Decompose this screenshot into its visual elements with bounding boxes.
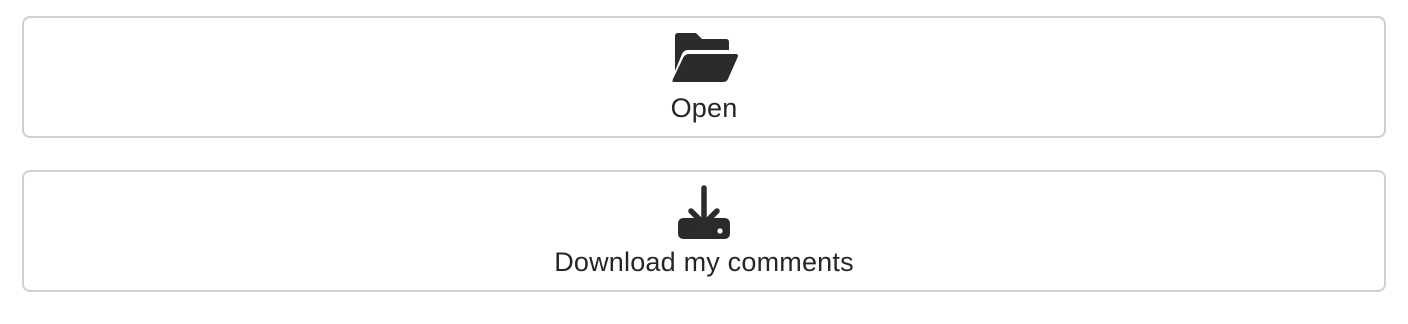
open-label: Open xyxy=(670,93,738,123)
download-comments-label: Download my comments xyxy=(554,247,854,277)
open-button[interactable]: Open xyxy=(22,16,1386,138)
download-comments-button[interactable]: Download my comments xyxy=(22,170,1386,292)
folder-open-icon xyxy=(668,31,740,87)
download-icon xyxy=(668,185,740,241)
